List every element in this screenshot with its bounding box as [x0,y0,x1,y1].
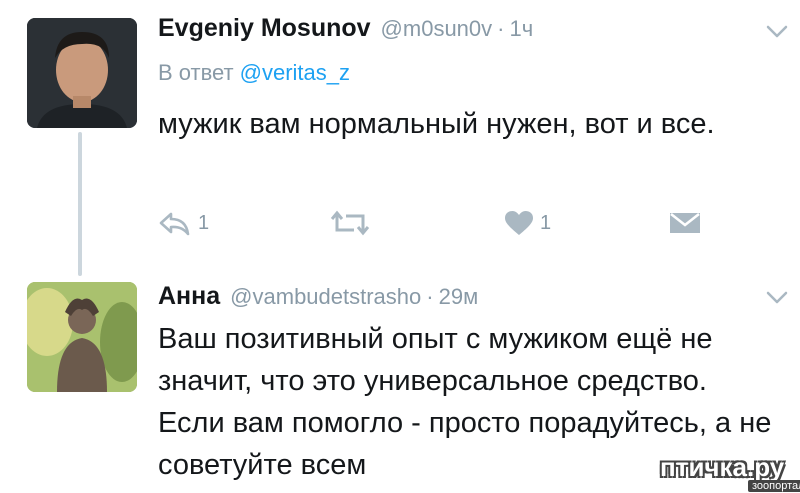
watermark-logo: птичка.ру [660,452,785,482]
retweet-icon [330,210,370,236]
reply-count: 1 [198,211,210,234]
timestamp[interactable]: 1ч [509,16,533,42]
message-icon [670,212,700,233]
tweet-header: Evgeniy Mosunov @m0sun0v · 1ч [158,14,533,43]
like-button[interactable]: 1 [504,210,551,236]
watermark: птичка.ру зоопортал [660,452,800,492]
user-handle[interactable]: @m0sun0v [381,16,493,42]
tweet-thread: Evgeniy Mosunov @m0sun0v · 1ч В ответ @ve… [0,0,800,493]
chevron-down-icon[interactable] [765,288,789,308]
reply-prefix: В ответ [158,60,234,85]
timestamp[interactable]: 29м [439,284,479,310]
display-name[interactable]: Анна [158,282,220,311]
reply-icon [159,212,190,236]
heart-icon [505,211,533,235]
like-count: 1 [540,211,552,234]
direct-message-button[interactable] [668,210,702,236]
avatar-man-image [27,18,137,128]
separator-dot: · [426,284,434,309]
reply-to-link[interactable]: @veritas_z [240,60,350,85]
watermark-subtitle: зоопортал [748,480,800,492]
tweet-header: Анна @vambudetstrasho · 29м [158,282,478,311]
avatar[interactable] [27,18,137,128]
avatar-woman-image [27,282,137,392]
chevron-down-icon[interactable] [765,22,789,42]
tweet-actions: 1 1 [158,210,718,244]
avatar[interactable] [27,282,137,392]
retweet-button[interactable] [330,210,370,236]
display-name[interactable]: Evgeniy Mosunov [158,14,371,43]
reply-button[interactable]: 1 [158,210,209,236]
separator-dot: · [497,16,505,41]
user-handle[interactable]: @vambudetstrasho [230,284,421,310]
reply-context: В ответ @veritas_z [158,60,350,86]
tweet-text: мужик вам нормальный нужен, вот и все. [158,108,715,140]
thread-connector [78,132,82,276]
